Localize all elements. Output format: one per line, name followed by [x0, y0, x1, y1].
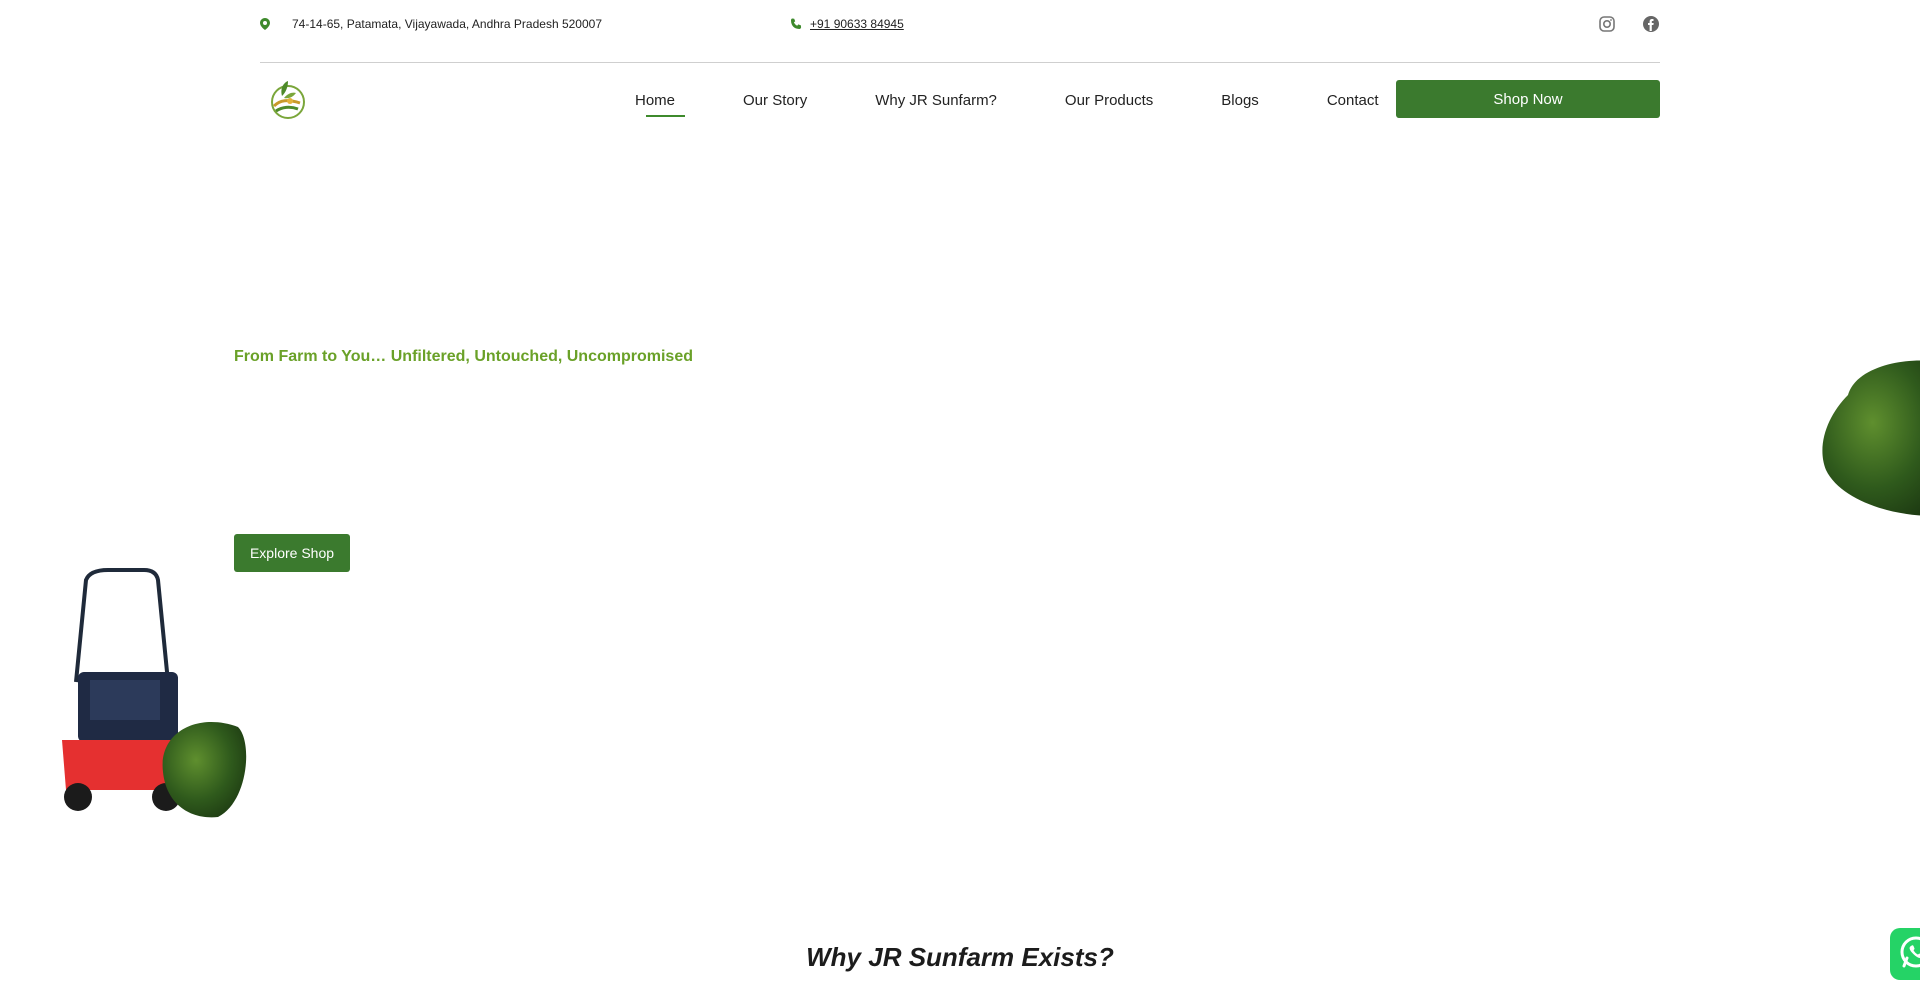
section-title: Why JR Sunfarm Exists? — [806, 942, 1114, 972]
phone-link[interactable]: +91 90633 84945 — [810, 17, 904, 31]
hero-tagline: From Farm to You… Unfiltered, Untouched,… — [234, 348, 693, 365]
main-nav: Home Our Story Why JR Sunfarm? Our Produ… — [635, 80, 1447, 120]
facebook-icon[interactable] — [1642, 15, 1660, 33]
address: 74-14-65, Patamata, Vijayawada, Andhra P… — [260, 17, 602, 31]
hedge-bush-image — [1818, 355, 1920, 520]
logo[interactable] — [264, 76, 308, 120]
social-links — [1598, 15, 1660, 33]
header-divider — [260, 62, 1660, 63]
lawn-mower-image — [48, 562, 248, 820]
top-bar: 74-14-65, Patamata, Vijayawada, Andhra P… — [260, 0, 1660, 50]
shop-now-button[interactable]: Shop Now — [1396, 80, 1660, 118]
phone: +91 90633 84945 — [790, 17, 904, 31]
phone-icon — [790, 18, 802, 30]
instagram-icon[interactable] — [1598, 15, 1616, 33]
nav-our-story[interactable]: Our Story — [743, 80, 807, 120]
address-text: 74-14-65, Patamata, Vijayawada, Andhra P… — [292, 17, 602, 31]
nav-contact[interactable]: Contact — [1327, 80, 1379, 120]
nav-home[interactable]: Home — [635, 80, 686, 120]
explore-shop-button[interactable]: Explore Shop — [234, 534, 350, 572]
nav-our-products[interactable]: Our Products — [1065, 80, 1153, 120]
whatsapp-button[interactable] — [1890, 928, 1920, 980]
nav-why-jr-sunfarm[interactable]: Why JR Sunfarm? — [875, 80, 997, 120]
whatsapp-icon — [1897, 933, 1920, 976]
location-pin-icon — [260, 18, 270, 30]
nav-blogs[interactable]: Blogs — [1221, 80, 1259, 120]
